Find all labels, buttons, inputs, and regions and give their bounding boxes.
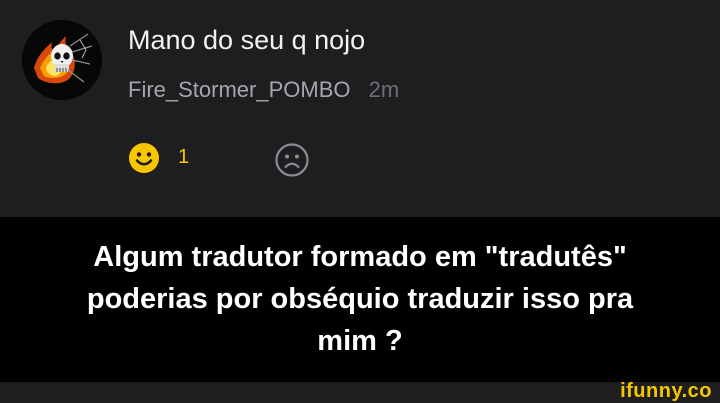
smile-icon xyxy=(129,143,159,173)
flaming-skull-icon xyxy=(22,20,102,100)
caption-line: poderias por obséquio traduzir isso pra xyxy=(86,283,634,315)
caption-line: mim ? xyxy=(317,325,403,357)
comment-timestamp: 2m xyxy=(368,77,400,102)
comment-text: Mano do seu q nojo xyxy=(128,25,366,55)
unsmile-button[interactable] xyxy=(274,142,310,178)
smile-count: 1 xyxy=(178,146,190,168)
meme-caption: Algum tradutor formado em "tradutês" pod… xyxy=(0,236,720,362)
comment-panel: Mano do seu q nojo Fire_Stormer_POMBO 2m… xyxy=(0,0,720,217)
unsmile-icon xyxy=(275,143,309,177)
caption-line: Algum tradutor formado em "tradutês" xyxy=(93,241,627,273)
user-avatar[interactable] xyxy=(22,20,102,100)
smile-button[interactable]: 1 xyxy=(124,140,204,176)
ifunny-watermark: ifunny.co xyxy=(620,380,712,402)
footer-strip xyxy=(0,382,720,403)
comment-username[interactable]: Fire_Stormer_POMBO xyxy=(128,77,351,102)
comment-meta: Fire_Stormer_POMBO 2m xyxy=(128,77,399,103)
